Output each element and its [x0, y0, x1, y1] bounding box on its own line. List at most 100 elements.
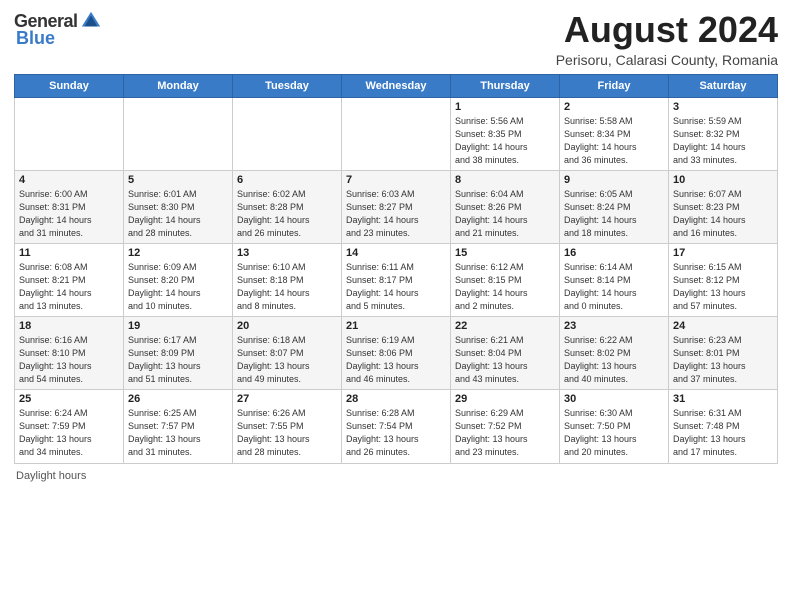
day-info: Sunrise: 6:26 AM Sunset: 7:55 PM Dayligh… [237, 407, 337, 459]
table-row: 29 Sunrise: 6:29 AM Sunset: 7:52 PM Dayli… [451, 390, 560, 463]
table-row: 17 Sunrise: 6:15 AM Sunset: 8:12 PM Dayli… [669, 243, 778, 316]
day-number: 2 [564, 101, 664, 113]
table-row: 9Sunrise: 6:05 AM Sunset: 8:24 PM Daylig… [560, 170, 669, 243]
day-info: Sunrise: 6:12 AM Sunset: 8:15 PM Dayligh… [455, 261, 555, 313]
day-info: Sunrise: 6:24 AM Sunset: 7:59 PM Dayligh… [19, 407, 119, 459]
logo-icon [80, 10, 102, 32]
day-number: 4 [19, 174, 119, 186]
table-row: 28 Sunrise: 6:28 AM Sunset: 7:54 PM Dayli… [342, 390, 451, 463]
day-info: Sunrise: 6:29 AM Sunset: 7:52 PM Dayligh… [455, 407, 555, 459]
header-friday: Friday [560, 74, 669, 97]
table-row: 22Sunrise: 6:21 AM Sunset: 8:04 PM Dayli… [451, 317, 560, 390]
day-info: Sunrise: 6:22 AM Sunset: 8:02 PM Dayligh… [564, 334, 664, 386]
title-block: August 2024 Perisoru, Calarasi County, R… [556, 10, 778, 68]
table-row: 4 Sunrise: 6:00 AM Sunset: 8:31 PM Daylig… [15, 170, 124, 243]
page: General Blue August 2024 Perisoru, Calar… [0, 0, 792, 612]
table-row: 2 Sunrise: 5:58 AM Sunset: 8:34 PM Daylig… [560, 97, 669, 170]
day-number: 31 [673, 393, 773, 405]
table-row [15, 97, 124, 170]
table-row [124, 97, 233, 170]
header-monday: Monday [124, 74, 233, 97]
location-subtitle: Perisoru, Calarasi County, Romania [556, 52, 778, 68]
table-row: 12Sunrise: 6:09 AM Sunset: 8:20 PM Dayli… [124, 243, 233, 316]
day-info: Sunrise: 6:16 AM Sunset: 8:10 PM Dayligh… [19, 334, 119, 386]
day-info: Sunrise: 5:58 AM Sunset: 8:34 PM Dayligh… [564, 115, 664, 167]
table-row: 6Sunrise: 6:02 AM Sunset: 8:28 PM Daylig… [233, 170, 342, 243]
calendar-week-row: 18Sunrise: 6:16 AM Sunset: 8:10 PM Dayli… [15, 317, 778, 390]
table-row: 27 Sunrise: 6:26 AM Sunset: 7:55 PM Dayli… [233, 390, 342, 463]
day-number: 25 [19, 393, 119, 405]
day-number: 29 [455, 393, 555, 405]
day-info: Sunrise: 6:10 AM Sunset: 8:18 PM Dayligh… [237, 261, 337, 313]
day-info: Sunrise: 6:18 AM Sunset: 8:07 PM Dayligh… [237, 334, 337, 386]
day-number: 10 [673, 174, 773, 186]
day-info: Sunrise: 6:07 AM Sunset: 8:23 PM Dayligh… [673, 188, 773, 240]
day-info: Sunrise: 6:15 AM Sunset: 8:12 PM Dayligh… [673, 261, 773, 313]
table-row: 14 Sunrise: 6:11 AM Sunset: 8:17 PM Dayli… [342, 243, 451, 316]
day-number: 21 [346, 320, 446, 332]
day-info: Sunrise: 5:56 AM Sunset: 8:35 PM Dayligh… [455, 115, 555, 167]
table-row: 5 Sunrise: 6:01 AM Sunset: 8:30 PM Daylig… [124, 170, 233, 243]
day-info: Sunrise: 6:19 AM Sunset: 8:06 PM Dayligh… [346, 334, 446, 386]
table-row: 1 Sunrise: 5:56 AM Sunset: 8:35 PM Daylig… [451, 97, 560, 170]
day-number: 7 [346, 174, 446, 186]
day-number: 17 [673, 247, 773, 259]
table-row: 15 Sunrise: 6:12 AM Sunset: 8:15 PM Dayli… [451, 243, 560, 316]
header-wednesday: Wednesday [342, 74, 451, 97]
day-number: 20 [237, 320, 337, 332]
footer: Daylight hours [14, 470, 778, 482]
calendar-week-row: 11Sunrise: 6:08 AM Sunset: 8:21 PM Dayli… [15, 243, 778, 316]
header-sunday: Sunday [15, 74, 124, 97]
header-saturday: Saturday [669, 74, 778, 97]
day-number: 27 [237, 393, 337, 405]
day-info: Sunrise: 6:04 AM Sunset: 8:26 PM Dayligh… [455, 188, 555, 240]
day-number: 23 [564, 320, 664, 332]
day-info: Sunrise: 6:30 AM Sunset: 7:50 PM Dayligh… [564, 407, 664, 459]
daylight-hours-label: Daylight hours [16, 470, 86, 482]
day-info: Sunrise: 6:09 AM Sunset: 8:20 PM Dayligh… [128, 261, 228, 313]
table-row: 8Sunrise: 6:04 AM Sunset: 8:26 PM Daylig… [451, 170, 560, 243]
day-number: 3 [673, 101, 773, 113]
table-row: 3 Sunrise: 5:59 AM Sunset: 8:32 PM Daylig… [669, 97, 778, 170]
month-title: August 2024 [556, 10, 778, 50]
day-number: 30 [564, 393, 664, 405]
calendar-table: Sunday Monday Tuesday Wednesday Thursday… [14, 74, 778, 464]
table-row: 30 Sunrise: 6:30 AM Sunset: 7:50 PM Dayli… [560, 390, 669, 463]
day-number: 15 [455, 247, 555, 259]
day-info: Sunrise: 6:31 AM Sunset: 7:48 PM Dayligh… [673, 407, 773, 459]
header: General Blue August 2024 Perisoru, Calar… [14, 10, 778, 68]
day-number: 16 [564, 247, 664, 259]
day-number: 19 [128, 320, 228, 332]
day-number: 26 [128, 393, 228, 405]
logo: General Blue [14, 10, 102, 49]
day-info: Sunrise: 6:02 AM Sunset: 8:28 PM Dayligh… [237, 188, 337, 240]
day-info: Sunrise: 6:00 AM Sunset: 8:31 PM Dayligh… [19, 188, 119, 240]
day-number: 5 [128, 174, 228, 186]
day-number: 28 [346, 393, 446, 405]
calendar-week-row: 1 Sunrise: 5:56 AM Sunset: 8:35 PM Daylig… [15, 97, 778, 170]
day-info: Sunrise: 6:01 AM Sunset: 8:30 PM Dayligh… [128, 188, 228, 240]
table-row: 18Sunrise: 6:16 AM Sunset: 8:10 PM Dayli… [15, 317, 124, 390]
day-number: 13 [237, 247, 337, 259]
day-number: 22 [455, 320, 555, 332]
day-info: Sunrise: 5:59 AM Sunset: 8:32 PM Dayligh… [673, 115, 773, 167]
weekday-header-row: Sunday Monday Tuesday Wednesday Thursday… [15, 74, 778, 97]
day-number: 11 [19, 247, 119, 259]
day-number: 14 [346, 247, 446, 259]
table-row: 25 Sunrise: 6:24 AM Sunset: 7:59 PM Dayli… [15, 390, 124, 463]
header-thursday: Thursday [451, 74, 560, 97]
table-row: 19Sunrise: 6:17 AM Sunset: 8:09 PM Dayli… [124, 317, 233, 390]
table-row: 21 Sunrise: 6:19 AM Sunset: 8:06 PM Dayli… [342, 317, 451, 390]
table-row: 11Sunrise: 6:08 AM Sunset: 8:21 PM Dayli… [15, 243, 124, 316]
day-info: Sunrise: 6:28 AM Sunset: 7:54 PM Dayligh… [346, 407, 446, 459]
day-info: Sunrise: 6:14 AM Sunset: 8:14 PM Dayligh… [564, 261, 664, 313]
table-row: 7Sunrise: 6:03 AM Sunset: 8:27 PM Daylig… [342, 170, 451, 243]
day-number: 1 [455, 101, 555, 113]
day-info: Sunrise: 6:11 AM Sunset: 8:17 PM Dayligh… [346, 261, 446, 313]
table-row: 31 Sunrise: 6:31 AM Sunset: 7:48 PM Dayli… [669, 390, 778, 463]
logo-blue-text: Blue [16, 28, 55, 49]
table-row: 10 Sunrise: 6:07 AM Sunset: 8:23 PM Dayli… [669, 170, 778, 243]
table-row: 20 Sunrise: 6:18 AM Sunset: 8:07 PM Dayli… [233, 317, 342, 390]
table-row: 26Sunrise: 6:25 AM Sunset: 7:57 PM Dayli… [124, 390, 233, 463]
table-row: 23 Sunrise: 6:22 AM Sunset: 8:02 PM Dayli… [560, 317, 669, 390]
